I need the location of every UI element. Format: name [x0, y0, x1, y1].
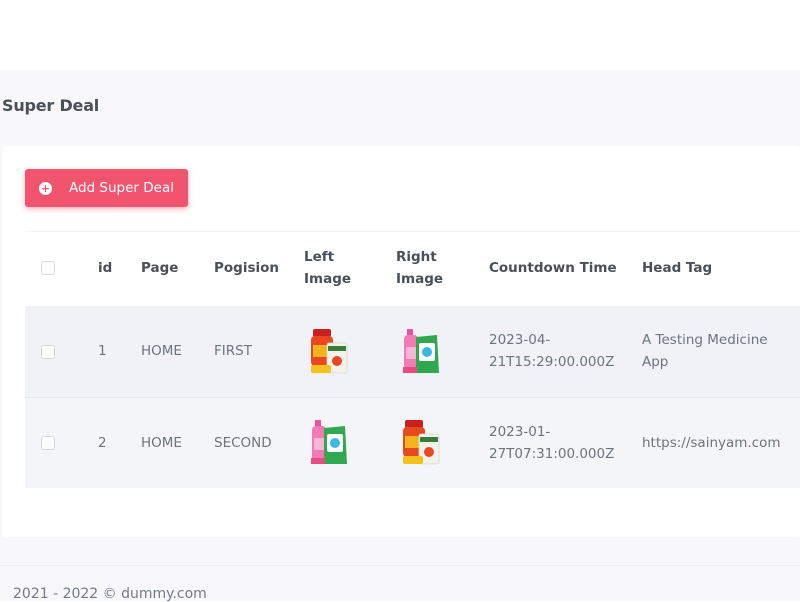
header-countdown: Countdown Time: [489, 260, 617, 276]
header-left-image-line1: Left: [304, 249, 335, 265]
super-deal-card: + Add Super Deal id Page Pogision Left I…: [2, 146, 800, 537]
row-checkbox[interactable]: [41, 345, 55, 359]
footer: 2021 - 2022 © dummy.com: [0, 565, 800, 602]
row-countdown-line2: 21T15:29:00.000Z: [489, 354, 615, 370]
row-countdown-line1: 2023-01-: [489, 424, 551, 440]
row-head-tag-line1: A Testing Medicine: [642, 332, 768, 348]
row-id: 1: [98, 343, 107, 359]
add-super-deal-button[interactable]: + Add Super Deal: [25, 169, 188, 207]
row-head-tag: https://sainyam.com: [642, 435, 781, 451]
honey-jar-product-image: [403, 420, 440, 465]
header-head-tag: Head Tag: [642, 260, 713, 276]
row-countdown-line2: 27T07:31:00.000Z: [489, 446, 615, 462]
header-id: id: [98, 260, 113, 276]
page-title: Super Deal: [2, 96, 100, 115]
row-page: HOME: [141, 435, 182, 451]
header-right-image-line2: Image: [396, 271, 444, 287]
table-row[interactable]: 2 HOME SECOND 2023-01- 27T07:31:00.000Z …: [25, 398, 800, 488]
row-page: HOME: [141, 343, 182, 359]
row-countdown-line1: 2023-04-: [489, 332, 551, 348]
table-row[interactable]: 1 HOME FIRST 2023-04- 21T15:29:00.000Z A…: [25, 306, 800, 397]
handwash-pack-product-image: [403, 329, 439, 373]
header-position: Pogision: [214, 260, 280, 276]
select-all-checkbox[interactable]: [41, 261, 55, 275]
plus-circle-icon: +: [39, 181, 52, 195]
add-super-deal-label: Add Super Deal: [69, 180, 174, 196]
table-top-border: [25, 231, 800, 232]
top-bar: [0, 0, 800, 70]
header-page: Page: [141, 260, 179, 276]
handwash-pack-product-image: [311, 420, 347, 464]
honey-jar-product-image: [311, 329, 348, 374]
row-position: SECOND: [214, 435, 272, 451]
row-id: 2: [98, 435, 107, 451]
header-left-image-line2: Image: [304, 271, 352, 287]
header-right-image-line1: Right: [396, 249, 437, 265]
row-checkbox[interactable]: [41, 436, 55, 450]
row-position: FIRST: [214, 343, 252, 359]
row-head-tag-line2: App: [642, 354, 669, 370]
